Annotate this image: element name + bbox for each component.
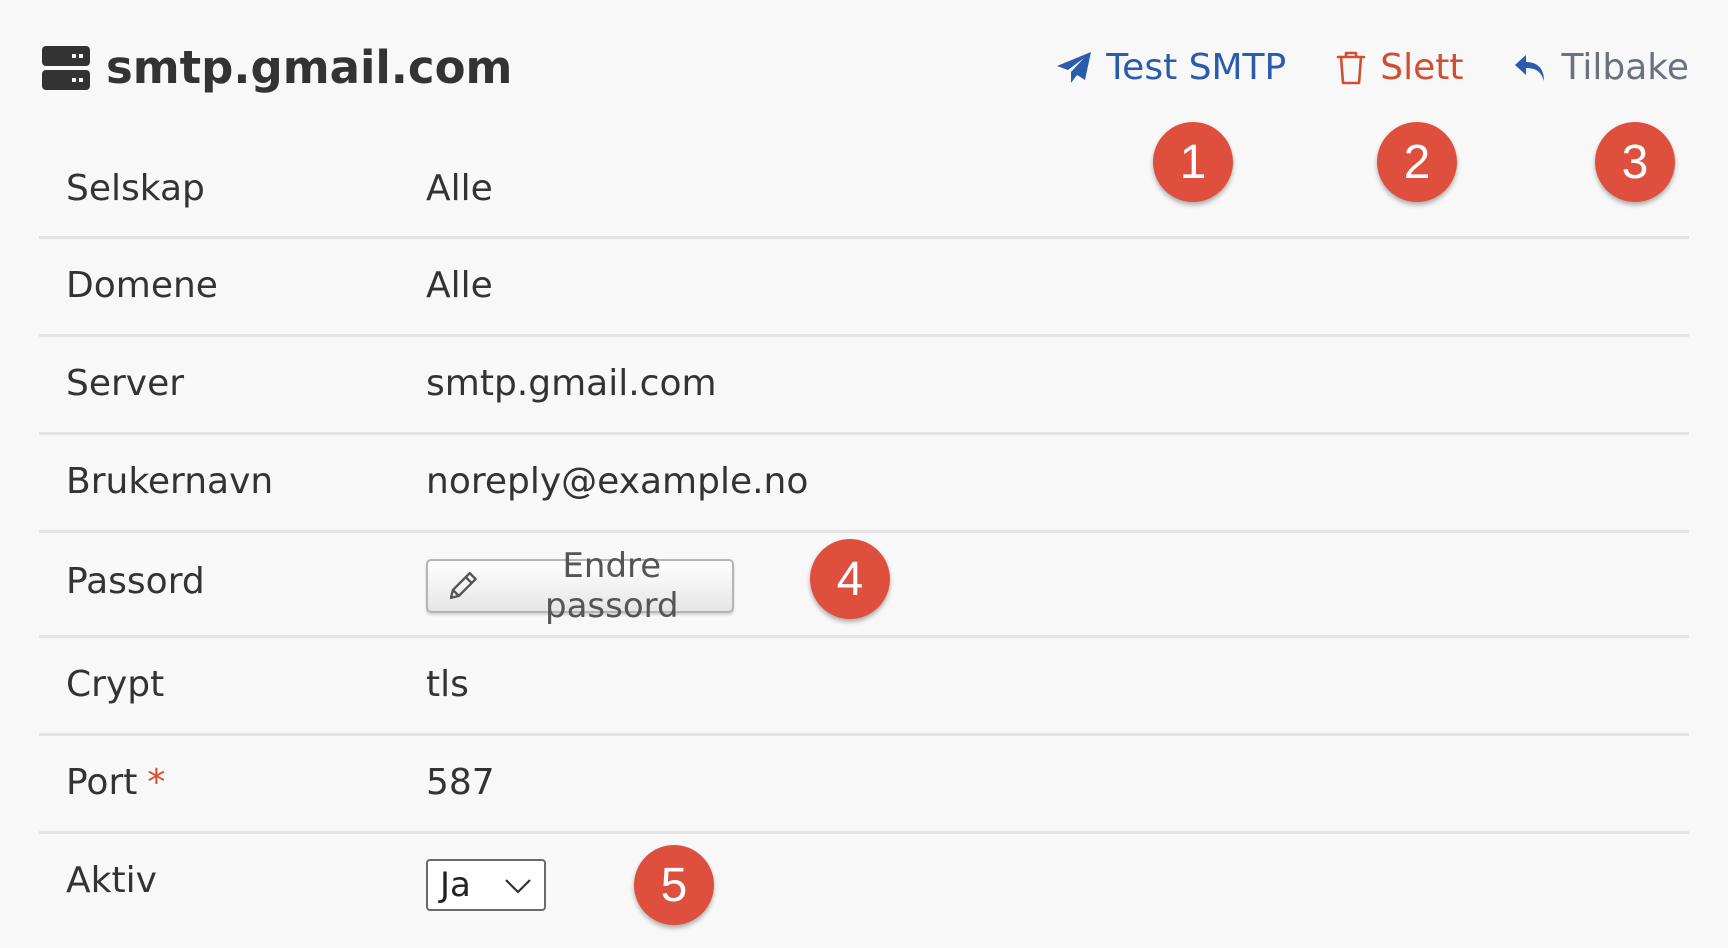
port-label-wrap: Port * bbox=[66, 762, 165, 803]
crypt-value: tls bbox=[426, 664, 469, 705]
required-asterisk: * bbox=[147, 762, 166, 803]
username-label: Brukernavn bbox=[66, 461, 274, 502]
table-row-server: Server smtp.gmail.com bbox=[39, 337, 1689, 435]
test-smtp-link[interactable]: Test SMTP bbox=[1056, 44, 1286, 92]
server-label: Server bbox=[66, 363, 185, 404]
reply-arrow-icon bbox=[1515, 55, 1545, 81]
paper-plane-icon bbox=[1057, 52, 1092, 83]
table-row-active: Aktiv Ja bbox=[39, 834, 1689, 934]
test-smtp-label: Test SMTP bbox=[1106, 47, 1287, 88]
chevron-down-icon bbox=[505, 879, 531, 894]
table-row-crypt: Crypt tls bbox=[39, 638, 1689, 736]
pencil-icon bbox=[449, 571, 477, 600]
delete-label: Slett bbox=[1380, 47, 1464, 88]
title-wrap: smtp.gmail.com bbox=[42, 42, 512, 94]
delete-link[interactable]: Slett bbox=[1336, 44, 1463, 92]
active-select[interactable]: Ja bbox=[426, 859, 546, 911]
company-value: Alle bbox=[426, 168, 493, 209]
server-icon bbox=[42, 46, 90, 90]
details-table: Selskap Alle Domene Alle Server smtp.gma… bbox=[39, 128, 1689, 934]
back-link[interactable]: Tilbake bbox=[1513, 44, 1689, 92]
company-label: Selskap bbox=[66, 168, 205, 209]
username-value: noreply@example.no bbox=[426, 461, 809, 502]
page-title: smtp.gmail.com bbox=[106, 41, 513, 94]
server-value: smtp.gmail.com bbox=[426, 363, 717, 404]
port-value: 587 bbox=[426, 762, 495, 803]
change-password-label: Endre passord bbox=[545, 546, 679, 626]
smtp-server-detail-page: smtp.gmail.com Test SMTP Slett Tilbake 1… bbox=[0, 0, 1728, 948]
active-select-value: Ja bbox=[440, 865, 471, 905]
change-password-button[interactable]: Endre passord bbox=[426, 546, 734, 626]
password-label: Passord bbox=[66, 561, 205, 602]
callout-4: 4 bbox=[810, 539, 890, 619]
active-label: Aktiv bbox=[66, 860, 157, 901]
header-actions: Test SMTP Slett Tilbake bbox=[1056, 44, 1689, 92]
domains-value: Alle bbox=[426, 265, 493, 306]
table-row-port: Port * 587 bbox=[39, 736, 1689, 834]
callout-5: 5 bbox=[634, 845, 714, 925]
back-label: Tilbake bbox=[1561, 47, 1689, 88]
page-header: smtp.gmail.com Test SMTP Slett Tilbake bbox=[0, 0, 1728, 120]
table-row-username: Brukernavn noreply@example.no bbox=[39, 435, 1689, 533]
table-row-company: Selskap Alle bbox=[39, 128, 1689, 239]
table-row-domains: Domene Alle bbox=[39, 239, 1689, 337]
domains-label: Domene bbox=[66, 265, 218, 306]
crypt-label: Crypt bbox=[66, 664, 165, 705]
port-label: Port bbox=[66, 762, 138, 803]
trash-icon bbox=[1336, 51, 1366, 85]
